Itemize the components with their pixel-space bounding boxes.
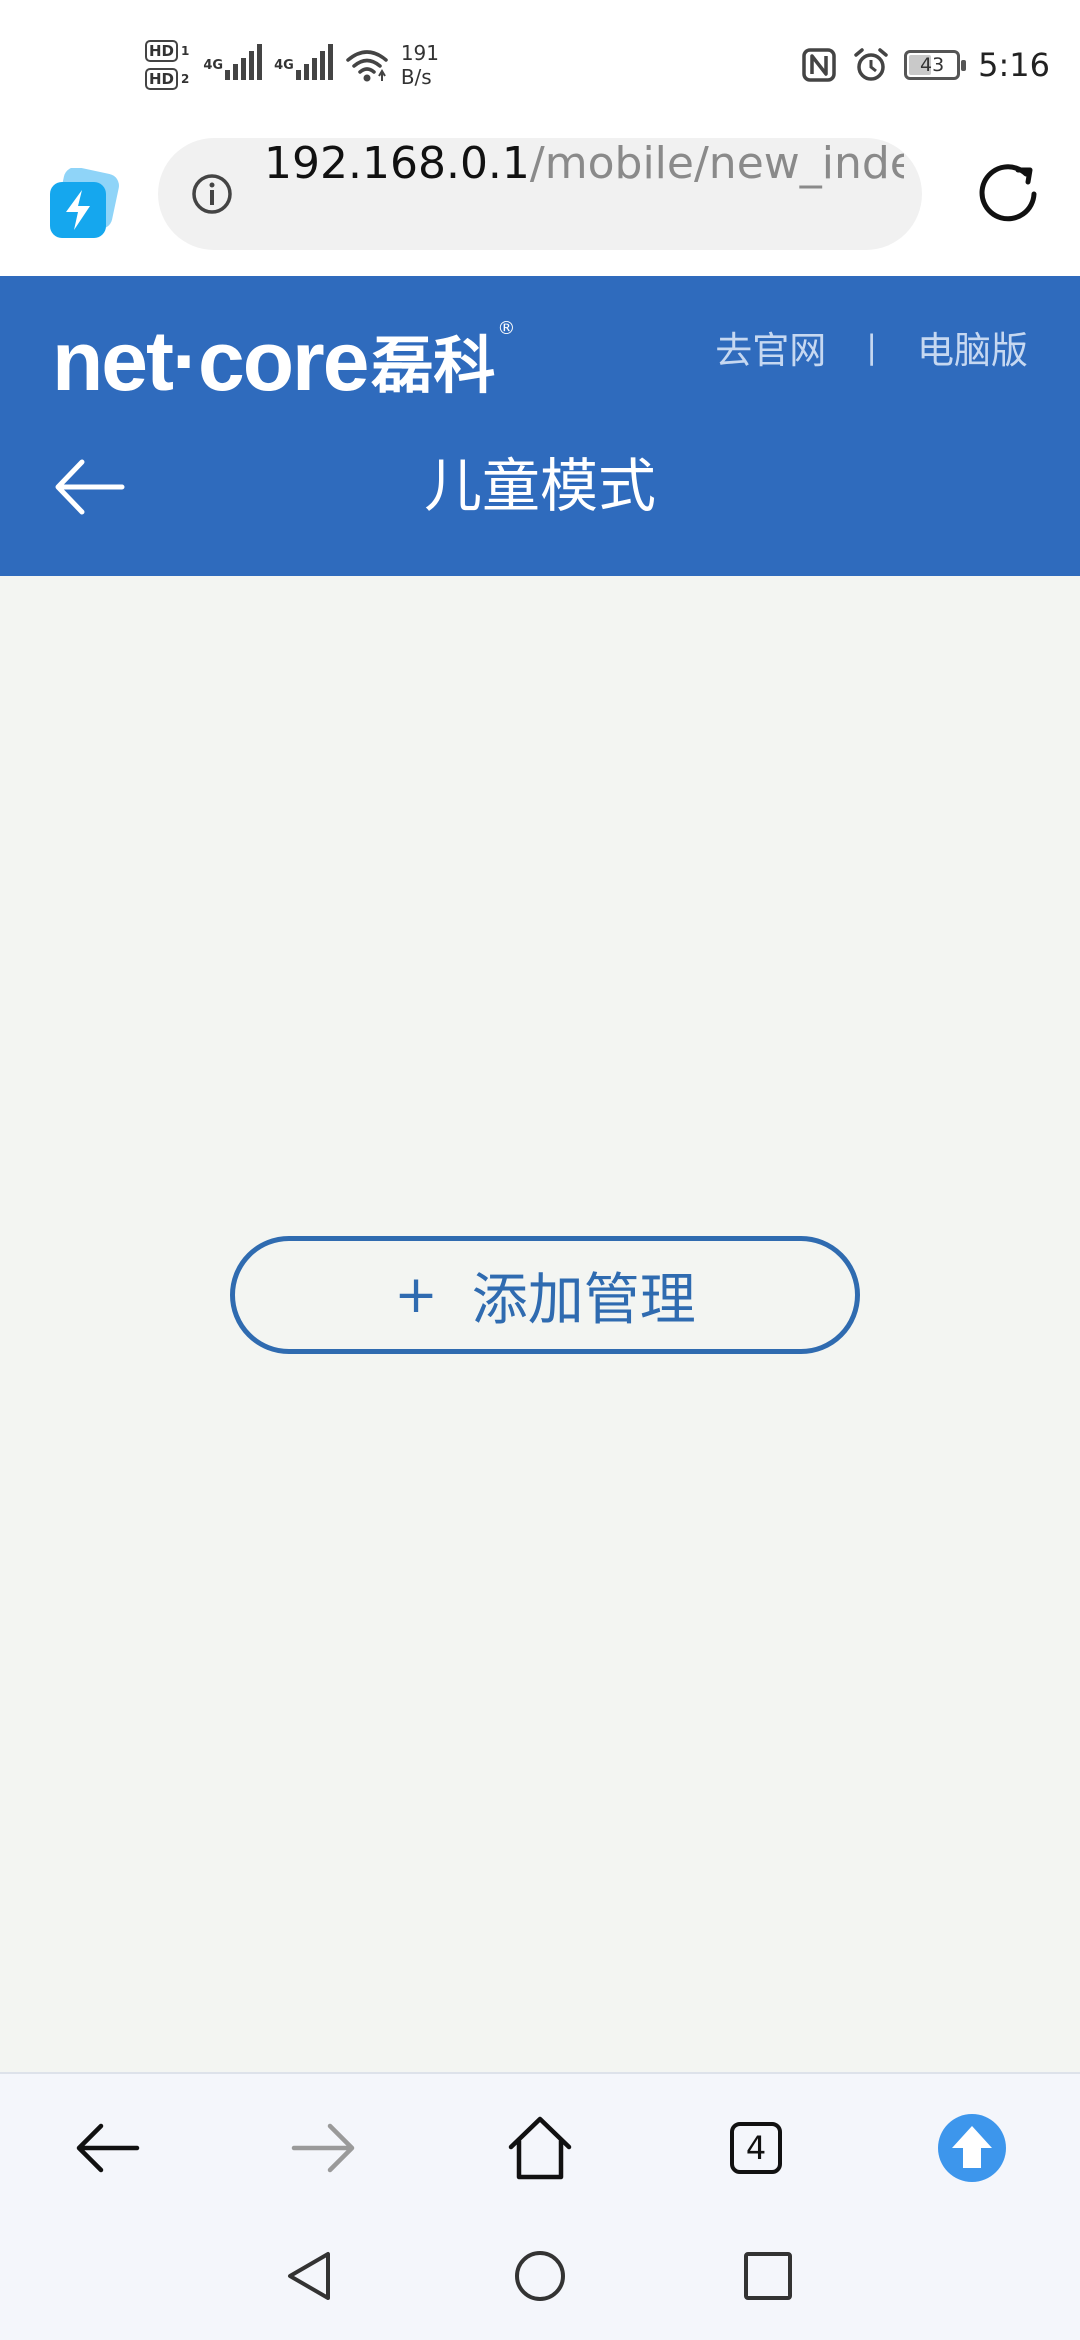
hd-indicator-1: HD 1 [145,40,189,62]
browser-upload-button[interactable] [924,2100,1020,2196]
network-type-label: 4G [203,58,224,73]
hd-indicators: HD 1 HD 2 [145,40,189,90]
browser-back-button[interactable] [60,2100,156,2196]
official-site-link[interactable]: 去官网 [715,320,826,374]
netcore-logo[interactable]: net·core 磊科 ® [52,306,515,406]
url-path: /mobile/new_index [529,138,904,189]
link-separator: | [866,328,877,366]
network-speed-value: 191 [400,41,439,65]
plus-icon: + [394,1265,438,1325]
network-type-label: 4G [274,58,294,73]
arrow-left-icon [76,2123,140,2173]
signal-bars-icon [295,44,333,80]
info-icon[interactable] [190,172,234,216]
header-links: 去官网 | 电脑版 [715,320,1028,374]
hd-indicator-2: HD 2 [145,68,189,90]
logo-chinese: 磊科 [371,329,496,402]
network-speed: 191 B/s [401,41,439,89]
triangle-back-icon [288,2252,330,2300]
status-bar: HD 1 HD 2 4G 4G 191 B/s 43 5:16 [0,0,1080,130]
site-header: net·core 磊科 ® 去官网 | 电脑版 儿童模式 [0,276,1080,576]
signal-1: 4G [203,44,263,86]
arrow-right-icon [291,2123,355,2173]
add-management-label: 添加管理 [471,1267,696,1333]
add-management-button[interactable]: + 添加管理 [230,1236,860,1354]
browser-forward-button[interactable] [275,2100,371,2196]
alarm-icon [854,48,888,81]
signal-2: 4G [274,44,333,86]
status-right: 43 5:16 [800,42,1050,88]
upload-arrow-icon [938,2114,1006,2182]
logo-english: net·core [52,314,369,408]
nfc-icon [802,48,836,82]
browser-tabs-button[interactable]: 4 [708,2100,804,2196]
hd-label: HD [145,40,179,62]
hd-sub-label: 1 [181,44,190,58]
battery-icon: 43 [904,50,967,80]
wifi-icon [346,50,388,82]
network-speed-unit: B/s [400,65,432,89]
system-home-button[interactable] [500,2236,580,2316]
battery-level: 43 [920,54,945,76]
reload-icon[interactable] [970,156,1046,232]
url-host: 192.168.0.1 [264,138,530,189]
main-content: + 添加管理 [0,576,1080,2072]
bolt-icon[interactable] [46,168,122,244]
system-recent-button[interactable] [728,2236,808,2316]
browser-home-button[interactable] [492,2100,588,2196]
tabs-count-icon: 4 [730,2122,782,2174]
browser-toolbar: 4 [0,2072,1080,2220]
system-nav-bar [0,2220,1080,2340]
hd-sub-label: 2 [181,72,190,86]
url-field[interactable]: 192.168.0.1/mobile/new_index [158,138,922,250]
system-back-button[interactable] [270,2236,350,2316]
status-left: HD 1 HD 2 4G 4G 191 B/s [145,30,439,100]
circle-home-icon [515,2251,565,2301]
browser-address-bar: 192.168.0.1/mobile/new_index [0,130,1080,276]
page-title: 儿童模式 [423,452,656,520]
hd-label: HD [145,68,179,90]
logo-registered-mark: ® [497,318,516,339]
home-icon [508,2116,572,2180]
tab-count: 4 [745,2129,767,2167]
square-recent-icon [744,2252,792,2300]
url-text[interactable]: 192.168.0.1/mobile/new_index [264,138,904,250]
status-time: 5:16 [978,46,1050,84]
signal-bars-icon [225,44,263,80]
desktop-version-link[interactable]: 电脑版 [917,320,1028,374]
